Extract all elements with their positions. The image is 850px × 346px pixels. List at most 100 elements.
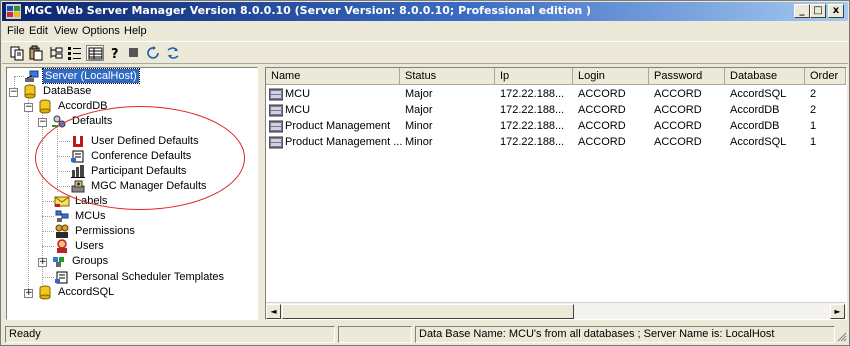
cell-ip: 172.22.188... (500, 104, 565, 116)
status-panel-empty (338, 326, 412, 343)
cell-status: Minor (405, 136, 433, 148)
paste-icon[interactable] (27, 45, 45, 61)
tree-label: Groups (72, 255, 109, 267)
menu-help[interactable]: Help (124, 25, 147, 37)
app-window: MGC Web Server Manager Version 8.0.0.10 … (0, 0, 850, 346)
cell-database: AccordSQL (730, 136, 787, 148)
cell-order: 2 (810, 88, 817, 100)
help-icon[interactable]: ? (106, 45, 124, 62)
tree-connector (42, 216, 54, 217)
cell-name: Product Management (285, 120, 391, 132)
cell-login: ACCORD (578, 136, 626, 148)
mcus-icon (55, 210, 69, 222)
scroll-right-button[interactable]: ► (830, 304, 845, 319)
status-bar: Ready Data Base Name: MCU's from all dat… (2, 324, 848, 345)
details-view-icon[interactable] (86, 45, 104, 61)
mcu-icon (269, 104, 283, 117)
cell-name: Product Management ... (285, 136, 403, 148)
resize-grip-icon[interactable] (836, 331, 847, 342)
column-header-password[interactable]: Password (649, 68, 725, 85)
scroll-thumb[interactable] (282, 304, 574, 319)
tree-label: AccordDB (58, 100, 108, 112)
collapse-toggle[interactable]: − (38, 118, 47, 127)
scheduler-templates-icon (55, 271, 68, 284)
menu-edit[interactable]: Edit (29, 25, 48, 37)
cell-status: Major (405, 88, 433, 100)
cell-database: AccordDB (730, 104, 780, 116)
column-header-login[interactable]: Login (573, 68, 649, 85)
list-header: Name Status Ip Login Password Database O… (266, 68, 846, 85)
tree-label: Personal Scheduler Templates (75, 271, 224, 283)
refresh-icon[interactable] (145, 45, 163, 61)
title-bar[interactable]: MGC Web Server Manager Version 8.0.0.10 … (2, 2, 848, 21)
toolbar: ? (2, 41, 848, 64)
cell-status: Minor (405, 120, 433, 132)
tree-label: Labels (75, 195, 108, 207)
mcu-icon (269, 136, 283, 149)
tree-label: DataBase (43, 85, 92, 97)
tree-connector (57, 141, 70, 142)
column-header-name[interactable]: Name (266, 68, 400, 85)
tree-connector (57, 186, 70, 187)
conference-defaults-icon (71, 150, 84, 163)
table-row[interactable]: MCU Major 172.22.188... ACCORD ACCORD Ac… (266, 103, 846, 119)
cell-database: AccordDB (730, 120, 780, 132)
column-header-status[interactable]: Status (400, 68, 495, 85)
svg-text:?: ? (111, 47, 119, 61)
mgc-manager-defaults-icon (71, 180, 85, 193)
tree-connector (57, 171, 70, 172)
users-icon (57, 239, 67, 253)
expand-toggle[interactable]: + (38, 258, 47, 267)
menu-view[interactable]: View (54, 25, 78, 37)
table-row[interactable]: Product Management Minor 172.22.188... A… (266, 119, 846, 135)
mcu-list-view[interactable]: Name Status Ip Login Password Database O… (265, 67, 847, 320)
tree-connector (42, 277, 54, 278)
tree-connector (42, 231, 54, 232)
participant-defaults-icon (71, 165, 85, 178)
maximize-button[interactable]: □ (810, 4, 826, 18)
cell-login: ACCORD (578, 88, 626, 100)
stop-icon[interactable] (125, 45, 143, 61)
tree-connector (42, 201, 54, 202)
table-row[interactable]: Product Management ... Minor 172.22.188.… (266, 135, 846, 151)
tree-label: User Defined Defaults (91, 135, 199, 147)
sync-icon[interactable] (164, 45, 182, 61)
list-view-icon[interactable] (66, 45, 84, 61)
tree-pane[interactable]: Server (LocalHost) − DataBase − AccordDB… (6, 67, 258, 320)
column-header-database[interactable]: Database (725, 68, 805, 85)
collapse-toggle[interactable]: − (24, 103, 33, 112)
column-header-order[interactable]: Order (805, 68, 846, 85)
permissions-icon (55, 224, 69, 238)
menu-bar: File Edit View Options Help (2, 22, 848, 40)
column-header-ip[interactable]: Ip (495, 68, 573, 85)
menu-file[interactable]: File (7, 25, 25, 37)
menu-options[interactable]: Options (82, 25, 120, 37)
minimize-button[interactable]: _ (794, 4, 810, 18)
close-button[interactable]: x (828, 4, 844, 18)
table-row[interactable]: MCU Major 172.22.188... ACCORD ACCORD Ac… (266, 87, 846, 103)
tree-connector (57, 126, 58, 192)
labels-icon (54, 196, 70, 207)
cell-login: ACCORD (578, 104, 626, 116)
tree-label: Defaults (72, 115, 113, 127)
copy-icon[interactable] (8, 45, 26, 61)
scroll-left-button[interactable]: ◄ (266, 304, 281, 319)
cell-password: ACCORD (654, 88, 702, 100)
collapse-toggle[interactable]: − (9, 88, 18, 97)
tree-connector (57, 156, 70, 157)
cell-order: 1 (810, 120, 817, 132)
expand-toggle[interactable]: + (24, 289, 33, 298)
tree-connector (42, 246, 54, 247)
tree-label: MCUs (75, 210, 106, 222)
tree-label: Participant Defaults (91, 165, 187, 177)
tree-label: MGC Manager Defaults (91, 180, 207, 192)
cell-password: ACCORD (654, 136, 702, 148)
mcu-icon (269, 120, 283, 133)
tree-connector (28, 95, 29, 293)
cell-name: MCU (285, 88, 311, 100)
cell-ip: 172.22.188... (500, 88, 565, 100)
window-title: MGC Web Server Manager Version 8.0.0.10 … (24, 4, 592, 17)
tree-view-icon[interactable] (47, 45, 65, 61)
database-icon (39, 285, 51, 300)
horizontal-scrollbar[interactable]: ◄ ► (266, 302, 846, 319)
